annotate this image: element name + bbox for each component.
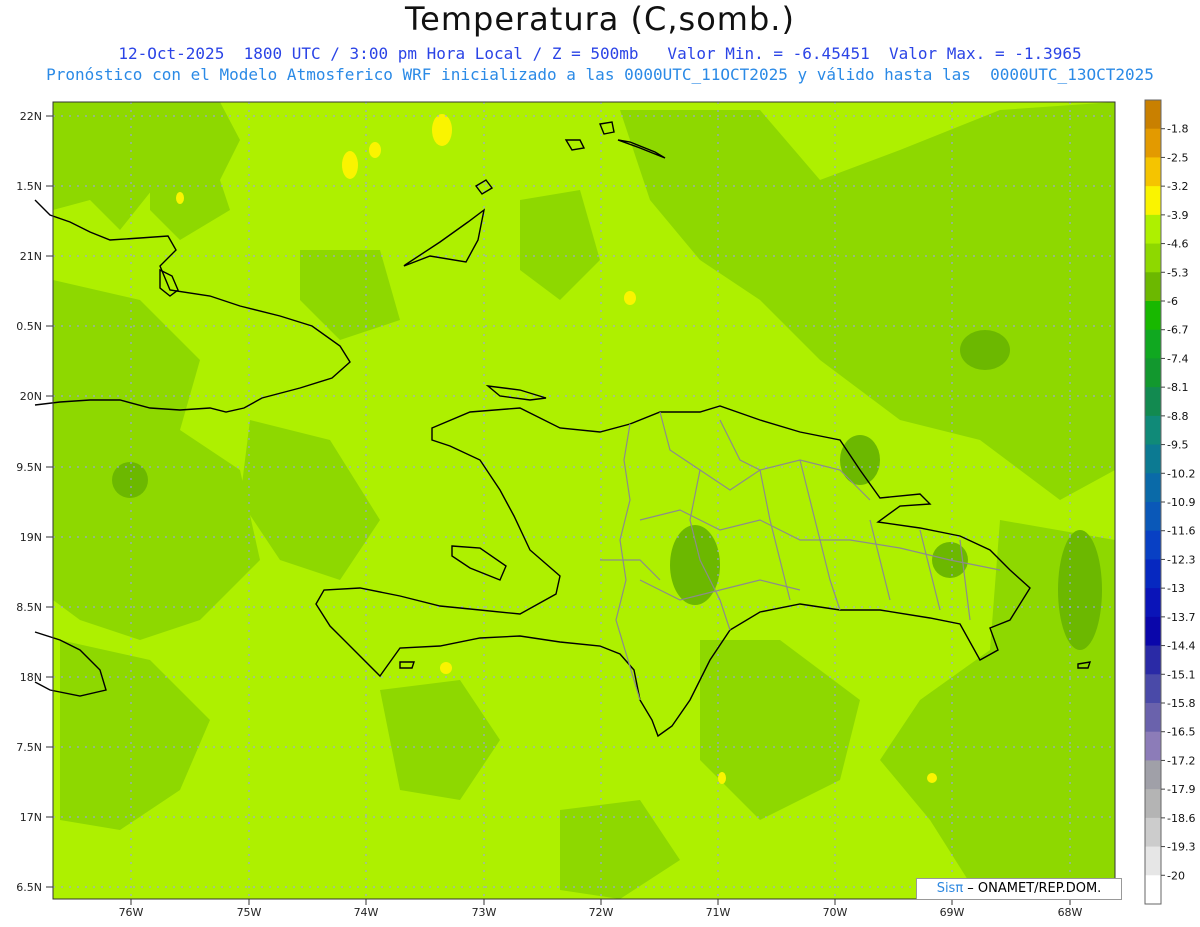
lon-label: 68W xyxy=(1058,906,1083,919)
lon-label: 70W xyxy=(823,906,848,919)
colorbar-swatch xyxy=(1145,157,1161,187)
colorbar-swatch xyxy=(1145,817,1161,848)
colorbar-label: -17.2 xyxy=(1167,754,1195,767)
colorbar-label: -15.8 xyxy=(1167,697,1195,710)
colorbar-label: -10.2 xyxy=(1167,467,1195,480)
longitude-axis: 76W 75W 74W 73W 72W 71W 70W 69W 68W xyxy=(119,899,1083,919)
lat-label: 9.5N xyxy=(16,461,42,474)
colorbar-swatch xyxy=(1145,214,1161,245)
lat-label: 19N xyxy=(20,531,42,544)
colorbar-label: -2.5 xyxy=(1167,151,1188,164)
lat-label: 8.5N xyxy=(16,601,42,614)
colorbar-label: -12.3 xyxy=(1167,553,1195,566)
colorbar-swatch xyxy=(1145,243,1161,273)
lon-label: 73W xyxy=(472,906,497,919)
colorbar-swatch xyxy=(1145,530,1161,560)
colorbar-swatch xyxy=(1145,473,1161,503)
colorbar-swatch xyxy=(1145,100,1161,130)
lat-label: 21N xyxy=(20,250,42,263)
colorbar-swatch xyxy=(1145,128,1161,158)
colorbar-swatch xyxy=(1145,846,1161,876)
lon-label: 74W xyxy=(354,906,379,919)
credit-box: Sisπ – ONAMET/REP.DOM. xyxy=(916,878,1122,900)
colorbar-label: -19.3 xyxy=(1167,841,1195,854)
colorbar: -1.8 -2.5 -3.2 -3.9 -4.6 -5.3 -6 -6.7 -7.4 -8.1 -8… xyxy=(1144,99,1195,905)
credit-org: – ONAMET/REP.DOM. xyxy=(963,881,1102,896)
latitude-axis: 22N 1.5N 21N 0.5N 20N 9.5N 19N 8.5N 18N … xyxy=(16,110,53,894)
temperature-map: 22N 1.5N 21N 0.5N 20N 9.5N 19N 8.5N 18N … xyxy=(16,99,1195,919)
sispi-logo-text: Sisπ xyxy=(936,881,964,896)
lat-label: 22N xyxy=(20,110,42,123)
colorbar-swatch xyxy=(1145,760,1161,790)
lon-label: 71W xyxy=(706,906,731,919)
colorbar-swatch xyxy=(1145,616,1161,647)
colorbar-label: -16.5 xyxy=(1167,726,1195,739)
colorbar-swatch xyxy=(1145,588,1161,618)
colorbar-swatch xyxy=(1145,502,1161,532)
colorbar-swatch xyxy=(1145,875,1161,905)
colorbar-swatch xyxy=(1145,272,1161,302)
colorbar-swatch xyxy=(1145,358,1161,388)
colorbar-swatch xyxy=(1145,301,1161,331)
colorbar-label: -15.1 xyxy=(1167,668,1195,681)
colorbar-label: -14.4 xyxy=(1167,640,1195,653)
colorbar-label: -6 xyxy=(1167,295,1178,308)
colorbar-swatch xyxy=(1145,559,1161,589)
lon-label: 72W xyxy=(589,906,614,919)
colorbar-swatch xyxy=(1145,444,1161,474)
colorbar-label: -10.9 xyxy=(1167,496,1195,509)
colorbar-label: -3.2 xyxy=(1167,180,1188,193)
lon-label: 69W xyxy=(940,906,965,919)
colorbar-swatch xyxy=(1145,703,1161,733)
lat-label: 17N xyxy=(20,811,42,824)
lat-label: 18N xyxy=(20,671,42,684)
lat-label: 1.5N xyxy=(16,180,42,193)
colorbar-label: -3.9 xyxy=(1167,209,1188,222)
colorbar-label: -5.3 xyxy=(1167,266,1188,279)
colorbar-label: -11.6 xyxy=(1167,525,1195,538)
colorbar-label: -8.8 xyxy=(1167,410,1188,423)
colorbar-label: -9.5 xyxy=(1167,439,1188,452)
colorbar-label: -13 xyxy=(1167,582,1185,595)
colorbar-label: -7.4 xyxy=(1167,352,1188,365)
colorbar-label: -20 xyxy=(1167,869,1185,882)
colorbar-label: -1.8 xyxy=(1167,123,1188,136)
colorbar-label: -8.1 xyxy=(1167,381,1188,394)
colorbar-swatch xyxy=(1145,731,1161,761)
lon-label: 75W xyxy=(237,906,262,919)
lat-label: 6.5N xyxy=(16,881,42,894)
colorbar-label: -18.6 xyxy=(1167,812,1195,825)
lat-label: 0.5N xyxy=(16,320,42,333)
lat-label: 20N xyxy=(20,390,42,403)
colorbar-swatch xyxy=(1145,674,1161,704)
colorbar-label: -4.6 xyxy=(1167,238,1188,251)
lon-label: 76W xyxy=(119,906,144,919)
colorbar-swatch xyxy=(1145,415,1161,446)
colorbar-swatch xyxy=(1145,387,1161,417)
lat-label: 7.5N xyxy=(16,741,42,754)
colorbar-label: -6.7 xyxy=(1167,324,1188,337)
colorbar-label: -13.7 xyxy=(1167,611,1195,624)
colorbar-label: -17.9 xyxy=(1167,783,1195,796)
colorbar-swatch xyxy=(1145,789,1161,819)
colorbar-swatch xyxy=(1145,329,1161,359)
colorbar-swatch xyxy=(1145,186,1161,216)
colorbar-swatch xyxy=(1145,645,1161,675)
